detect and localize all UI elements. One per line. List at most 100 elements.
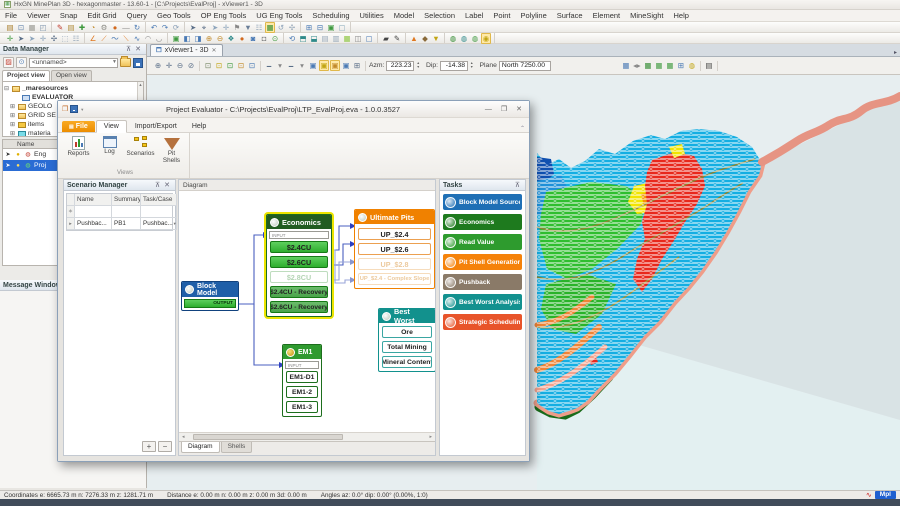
sphere-icon[interactable]: ● [237,34,247,43]
outline-icon[interactable]: ▢ [364,34,374,43]
pan-icon[interactable]: ✛ [164,61,174,70]
angle-icon[interactable]: ∠ [88,34,98,43]
tab-open-view[interactable]: Open view [50,70,92,81]
tab-view[interactable]: View [95,120,127,133]
print-icon[interactable]: ▤ [704,61,714,70]
rhombus-icon[interactable]: ◆ [420,34,430,43]
half-block-icon[interactable]: ◧ [182,34,192,43]
em1-item[interactable]: EM1-3 [286,401,318,413]
mpl-badge[interactable]: Mpl [874,491,896,499]
scroll-right-icon[interactable]: ▸ [429,434,432,440]
target-icon[interactable]: ⌖ [199,23,209,32]
scenario-task-cell[interactable]: Pushbac... ▼ [141,218,177,230]
menu-file[interactable]: File [0,11,22,20]
viewport-icon[interactable]: ▣ [326,23,336,32]
task-best-worst-analysis[interactable]: Best Worst Analysis [443,294,522,310]
clipboard-new-icon[interactable]: ⊡ [214,61,224,70]
refresh-icon[interactable]: ↻ [132,23,142,32]
menu-selection[interactable]: Selection [419,11,460,20]
ring-icon[interactable]: ⊙ [270,34,280,43]
economics-item[interactable]: $2.6CU - Recovery [270,301,328,313]
spline-icon[interactable]: ∿ [132,34,142,43]
grid-icon[interactable]: ▦ [27,23,37,32]
view-cube-icon[interactable]: ▣ [308,61,318,70]
reports-button[interactable]: Reports [63,134,94,170]
scenarios-button[interactable]: Scenarios [125,134,156,170]
menu-geo-tools[interactable]: Geo Tools [152,11,196,20]
triangle-icon[interactable]: ▲ [409,34,419,43]
model-grid-icon[interactable]: ▦ [621,61,631,70]
arc-icon[interactable]: ◠ [143,34,153,43]
point-icon[interactable]: ● [110,23,120,32]
tab-help[interactable]: Help [185,121,213,132]
annotate-icon[interactable]: ✎ [392,34,402,43]
dropdown2-icon[interactable]: ▾ [297,61,307,70]
undo-geom-icon[interactable]: ⟲ [287,34,297,43]
globe3-icon[interactable]: ◍ [470,34,480,43]
dropdown-icon[interactable]: ▾ [275,61,285,70]
arc2-icon[interactable]: ◡ [154,34,164,43]
slope-icon[interactable]: ⟍ [121,34,131,43]
tile-icon[interactable]: ⊞ [352,61,362,70]
scroll-left-icon[interactable]: ◂ [182,434,185,440]
green-grid2-icon[interactable]: ▦ [654,61,664,70]
tree-item-resources[interactable]: ⊟ _maresources [3,84,143,93]
fill-icon[interactable]: ▰ [381,34,391,43]
task-economics[interactable]: Economics [443,214,522,230]
economics-item[interactable]: $2.4CU [270,241,328,253]
menu-scheduling[interactable]: Scheduling [307,11,354,20]
task-block-model-source[interactable]: Block Model Source [443,194,522,210]
grid-lock-icon[interactable]: ▣ [330,60,340,71]
output-port[interactable]: OUTPUT [184,299,236,308]
tab-diagram[interactable]: Diagram [181,442,220,453]
chevron-down-icon[interactable]: ▼ [80,107,84,112]
menu-utilities[interactable]: Utilities [355,11,389,20]
expander-icon[interactable]: ⊞ [9,103,16,110]
menu-minesight[interactable]: MineSight [625,11,668,20]
layout-icon[interactable]: ◰ [38,23,48,32]
menu-ug-eng-tools[interactable]: UG Eng Tools [251,11,307,20]
expander-icon[interactable]: ⊞ [9,130,16,136]
solid-icon[interactable]: ◙ [248,34,258,43]
block-model-node[interactable]: Block Model OUTPUT [181,281,239,311]
segment-icon[interactable]: ⟋ [99,34,109,43]
redo-icon[interactable]: ↷ [160,23,170,32]
close-tab-icon[interactable]: ✕ [212,47,217,54]
notes-icon[interactable]: ▤ [66,23,76,32]
snap-grid-icon[interactable]: ▦ [265,21,275,33]
edit-icon[interactable]: ✎ [55,23,65,32]
menu-polyline[interactable]: Polyline [515,11,551,20]
economics-item[interactable]: $2.6CU [270,256,328,268]
clock-icon[interactable]: ◔ [88,23,98,32]
menu-snap[interactable]: Snap [55,11,83,20]
select-icon[interactable]: ➤ [188,23,198,32]
curve-tool-icon[interactable]: ∿ [866,491,872,499]
task-strategic-scheduling[interactable]: Strategic Scheduling [443,314,522,330]
step-icon[interactable]: ◂▸ [632,61,642,70]
pick-add-icon[interactable]: ➤ [27,34,37,43]
filter-icon[interactable]: ▼ [243,23,253,32]
ultimate-pits-node[interactable]: Ultimate Pits UP_$2.4 UP_$2.6 UP_$2.8 UP… [354,209,435,289]
economics-node[interactable]: Economics INPUT $2.4CU $2.6CU $2.8CU $2.… [266,214,332,317]
maximize-icon[interactable]: ❐ [498,105,510,113]
menu-model[interactable]: Model [389,11,419,20]
close-icon[interactable]: ✕ [162,181,172,189]
tab-file[interactable]: ▤ File [62,121,95,132]
close-icon[interactable]: ✕ [133,45,143,53]
translate-icon[interactable]: ✛ [38,34,48,43]
blue-grid-icon[interactable]: ⊞ [676,61,686,70]
void-icon[interactable]: ◘ [259,34,269,43]
best-worst-item[interactable]: Mineral Content [382,356,432,368]
rotate-icon[interactable]: ↺ [276,23,286,32]
em1-node[interactable]: EM1 INPUT EM1-D1 EM1-2 EM1-3 [282,344,322,417]
menu-query[interactable]: Query [122,11,152,20]
new-window-icon[interactable]: ⊞ [304,23,314,32]
column-task-case[interactable]: Task/Case [141,194,177,206]
green-grid-icon[interactable]: ▦ [643,61,653,70]
tab-project-view[interactable]: Project view [2,70,50,81]
open-folder-icon[interactable] [120,56,131,67]
zoom-out-icon[interactable]: ⊖ [175,61,185,70]
scenario-row[interactable]: ▸ Pushbac... PB1 Pushbac... ▼ [67,218,177,230]
task-pit-shell-generation[interactable]: Pit Shell Generation [443,254,522,270]
list-icon[interactable]: ☷ [71,34,81,43]
